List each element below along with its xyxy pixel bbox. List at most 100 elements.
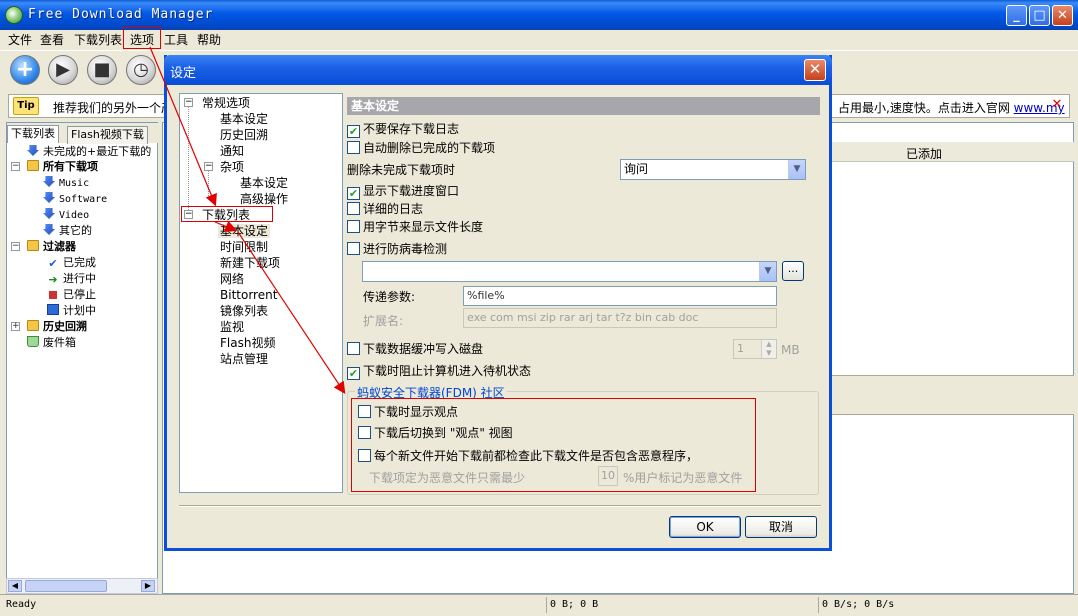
collapse-misc-icon[interactable]: −	[204, 162, 213, 171]
tree-completed[interactable]: ✔ 已完成	[47, 256, 96, 270]
dialog-titlebar: 设定 ✕	[164, 55, 832, 85]
virus-check-checkbox[interactable]: 进行防病毒检测	[347, 242, 447, 256]
tree-music[interactable]: Music	[43, 176, 89, 191]
browse-button[interactable]: ...	[782, 261, 804, 281]
tree-new-download[interactable]: 新建下载项	[220, 256, 280, 270]
tree-filters[interactable]: 过滤器	[27, 240, 76, 254]
tree-download-list-basic[interactable]: 基本设定	[218, 224, 271, 238]
tree-mirror-list[interactable]: 镜像列表	[220, 304, 268, 318]
menu-tools[interactable]: 工具	[164, 31, 188, 48]
category-panel: 下载列表 Flash视频下载 未完成的+最近下载的 − 所有下载项 Music …	[6, 122, 159, 594]
expand-history-icon[interactable]: +	[11, 322, 20, 331]
stop-button[interactable]: ■	[87, 55, 117, 85]
collapse-all-icon[interactable]: −	[11, 162, 20, 171]
spin-arrows-icon[interactable]: ▲ ▼	[761, 340, 776, 358]
tree-bittorrent[interactable]: Bittorrent	[220, 288, 277, 302]
tree-general-options[interactable]: 常规选项	[202, 96, 250, 110]
delete-incomplete-select[interactable]: 询问 ▼	[620, 159, 806, 180]
tree-incomplete[interactable]: 未完成的+最近下载的	[27, 145, 151, 159]
collapse-general-icon[interactable]: −	[184, 98, 193, 107]
tab-flash-video[interactable]: Flash视频下载	[67, 126, 148, 144]
tree-history[interactable]: 历史回溯	[27, 320, 87, 334]
tree-site-manager[interactable]: 站点管理	[220, 352, 268, 366]
ext-input[interactable]: exe com msi zip rar arj tar t?z bin cab …	[463, 308, 777, 328]
tree-video[interactable]: Video	[43, 208, 89, 223]
start-button[interactable]: ▶	[48, 55, 78, 85]
malicious-min-input[interactable]: 10	[598, 466, 618, 486]
tree-time-limit[interactable]: 时间限制	[220, 240, 268, 254]
status-bar: Ready 0 B; 0 B 0 B/s; 0 B/s	[0, 594, 1078, 616]
tree-monitor[interactable]: 监视	[220, 320, 244, 334]
add-download-button[interactable]: +	[10, 55, 40, 85]
show-progress-checkbox[interactable]: ✔ 显示下载进度窗口	[347, 184, 459, 200]
tree-flash-video[interactable]: Flash视频	[220, 336, 275, 350]
download-arrow-icon	[43, 176, 55, 187]
download-list-highlight	[181, 206, 273, 222]
tree-advanced[interactable]: 高级操作	[240, 192, 288, 206]
check-malicious-checkbox[interactable]: 每个新文件开始下载前都检查此下载文件是否包含恶意程序，	[358, 449, 698, 463]
tree-history[interactable]: 历史回溯	[220, 128, 268, 142]
tree-scheduled[interactable]: 计划中	[47, 304, 96, 318]
dialog-separator	[179, 505, 821, 507]
collapse-filters-icon[interactable]: −	[11, 242, 20, 251]
cancel-button[interactable]: 取消	[745, 516, 817, 538]
maximize-button[interactable]: □	[1029, 5, 1050, 26]
tip-close-icon[interactable]: ✕	[1049, 98, 1065, 114]
ext-label: 扩展名:	[363, 314, 404, 328]
no-save-log-checkbox[interactable]: ✔ 不要保存下载日志	[347, 122, 459, 138]
tree-other[interactable]: 其它的	[43, 224, 92, 238]
settings-tree: − 常规选项 基本设定 历史回溯 通知 − 杂项 基本设定 高级操作 − 下载列…	[179, 93, 343, 493]
tree-recycle-bin[interactable]: 废件箱	[27, 336, 76, 350]
tree-notify[interactable]: 通知	[220, 144, 244, 158]
auto-delete-checkbox[interactable]: 自动删除已完成的下载项	[347, 141, 495, 155]
switch-view-checkbox[interactable]: 下载后切换到 "观点" 视图	[358, 426, 513, 440]
left-tabs: 下载列表 Flash视频下载	[7, 123, 159, 144]
tab-download-list[interactable]: 下载列表	[7, 125, 59, 143]
menu-file[interactable]: 文件	[8, 31, 32, 48]
bytes-length-checkbox[interactable]: 用字节来显示文件长度	[347, 220, 483, 234]
schedule-icon	[47, 304, 59, 315]
dialog-close-button[interactable]: ✕	[804, 59, 826, 81]
tree-misc-basic[interactable]: 基本设定	[240, 176, 288, 190]
status-size: 0 B; 0 B	[550, 599, 599, 610]
scheduler-button[interactable]: ◷	[126, 55, 156, 85]
left-horizontal-scrollbar[interactable]: ◀ ▶	[6, 578, 158, 594]
prevent-standby-checkbox[interactable]: ✔ 下载时阻止计算机进入待机状态	[347, 364, 531, 380]
antivirus-path-select[interactable]: ▼	[362, 261, 777, 282]
chevron-down-icon[interactable]: ▼	[759, 262, 776, 281]
tree-basic-settings[interactable]: 基本设定	[220, 112, 268, 126]
status-divider	[818, 597, 819, 613]
tree-all-downloads[interactable]: 所有下载项	[27, 160, 98, 174]
menu-view[interactable]: 查看	[40, 31, 64, 48]
scroll-left-icon[interactable]: ◀	[8, 580, 22, 592]
buffer-disk-checkbox[interactable]: 下载数据缓冲写入磁盘	[347, 342, 483, 356]
menu-download-list[interactable]: 下载列表	[74, 31, 122, 48]
tree-stopped[interactable]: 已停止	[47, 288, 96, 302]
tip-text-right: 占用最小,速度快。点击进入官网 www.my	[838, 101, 1065, 115]
section-header: 基本设定	[347, 97, 820, 115]
tree-software[interactable]: Software	[43, 192, 107, 207]
column-added[interactable]: 已添加	[906, 145, 942, 162]
clock-icon: ◷	[133, 59, 149, 80]
detailed-log-checkbox[interactable]: 详细的日志	[347, 202, 423, 216]
list-column-header	[830, 142, 1074, 162]
show-opinions-checkbox[interactable]: 下载时显示观点	[358, 405, 458, 419]
malicious-min-label: 下载项定为恶意文件只需最少	[369, 471, 526, 485]
scroll-right-icon[interactable]: ▶	[141, 580, 155, 592]
minimize-button[interactable]: _	[1006, 5, 1027, 26]
ok-button[interactable]: OK	[669, 516, 741, 538]
panel-splitter[interactable]	[830, 375, 1074, 415]
tree-misc[interactable]: 杂项	[220, 160, 244, 174]
scroll-thumb[interactable]	[25, 580, 107, 592]
tree-in-progress[interactable]: ➜ 进行中	[47, 272, 96, 286]
tree-network[interactable]: 网络	[220, 272, 244, 286]
buffer-size-stepper[interactable]: 1 ▲ ▼	[733, 339, 777, 359]
folder-icon	[27, 240, 39, 251]
param-input[interactable]: %file%	[463, 286, 777, 306]
menubar: 文件 查看 下载列表 选项 工具 帮助	[0, 30, 1078, 48]
window-title: Free Download Manager	[28, 7, 214, 22]
close-button[interactable]: ✕	[1052, 5, 1073, 26]
menu-help[interactable]: 帮助	[197, 31, 221, 48]
settings-dialog: 设定 ✕ − 常规选项 基本设定 历史回溯 通知 − 杂项 基本设定 高级操作 …	[164, 55, 832, 551]
chevron-down-icon[interactable]: ▼	[788, 160, 805, 179]
